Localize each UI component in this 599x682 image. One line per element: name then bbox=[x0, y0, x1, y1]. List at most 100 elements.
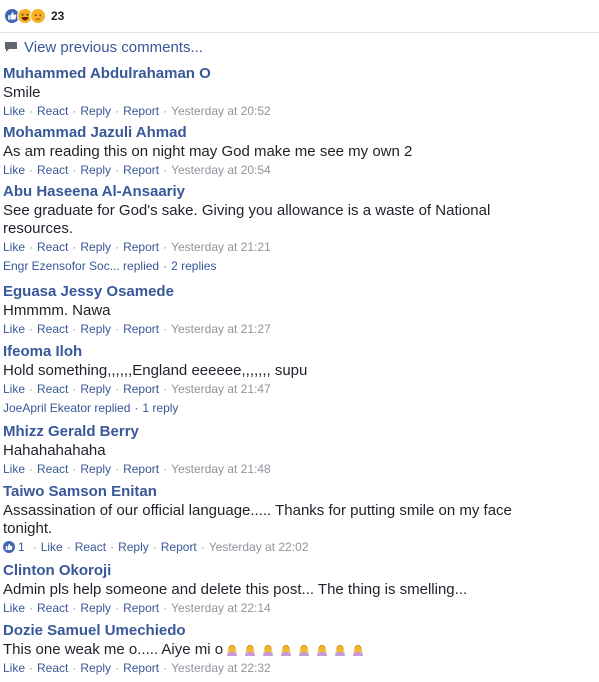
reply-link[interactable]: Reply bbox=[80, 381, 111, 397]
comment-author[interactable]: Mohammad Jazuli Ahmad bbox=[3, 124, 593, 142]
reply-link[interactable]: Reply bbox=[80, 162, 111, 178]
separator: · bbox=[72, 240, 77, 254]
like-link[interactable]: Like bbox=[3, 321, 25, 337]
comment-bubble-icon bbox=[5, 42, 17, 52]
comment-timestamp[interactable]: Yesterday at 20:54 bbox=[171, 162, 271, 178]
comment-author[interactable]: Ifeoma Iloh bbox=[3, 343, 593, 361]
reply-link[interactable]: Reply bbox=[80, 321, 111, 337]
like-link[interactable]: Like bbox=[3, 461, 25, 477]
person-gesturing-icon bbox=[245, 644, 256, 657]
like-link[interactable]: Like bbox=[3, 600, 25, 616]
comment-author[interactable]: Dozie Samuel Umechiedo bbox=[3, 622, 593, 640]
separator: · bbox=[29, 462, 34, 476]
separator: · bbox=[115, 163, 120, 177]
react-link[interactable]: React bbox=[37, 660, 68, 676]
view-previous-label[interactable]: View previous comments... bbox=[24, 39, 203, 56]
comment-author[interactable]: Eguasa Jessy Osamede bbox=[3, 283, 593, 301]
comment-timestamp[interactable]: Yesterday at 21:47 bbox=[171, 381, 271, 397]
like-link[interactable]: Like bbox=[3, 381, 25, 397]
emoji-row bbox=[225, 643, 369, 657]
comment-author[interactable]: Abu Haseena Al-Ansaariy bbox=[3, 183, 593, 201]
like-link[interactable]: Like bbox=[3, 660, 25, 676]
reply-link[interactable]: Reply bbox=[80, 461, 111, 477]
comment: Mohammad Jazuli Ahmad As am reading this… bbox=[3, 124, 593, 178]
like-link[interactable]: Like bbox=[3, 103, 25, 119]
comment-timestamp[interactable]: Yesterday at 22:32 bbox=[171, 660, 271, 676]
report-link[interactable]: Report bbox=[123, 461, 159, 477]
separator: · bbox=[115, 322, 120, 336]
comment-author[interactable]: Taiwo Samson Enitan bbox=[3, 483, 593, 501]
comment-actions: Like · React · Reply · Report · Yesterday at… bbox=[3, 239, 593, 255]
report-link[interactable]: Report bbox=[123, 660, 159, 676]
comment-like-count[interactable]: 1 bbox=[3, 539, 25, 555]
separator: · bbox=[115, 382, 120, 396]
reply-link[interactable]: Reply bbox=[80, 103, 111, 119]
react-link[interactable]: React bbox=[37, 381, 68, 397]
react-link[interactable]: React bbox=[37, 600, 68, 616]
replies-count[interactable]: 2 replies bbox=[171, 259, 216, 273]
comment: Dozie Samuel Umechiedo This one weak me … bbox=[3, 622, 593, 676]
view-previous-comments-link[interactable]: View previous comments... bbox=[4, 38, 203, 56]
separator: · bbox=[72, 462, 77, 476]
replies-author[interactable]: JoeApril Ekeator replied bbox=[3, 401, 130, 415]
separator: · bbox=[115, 661, 120, 675]
sad-icon bbox=[30, 8, 46, 24]
comment-timestamp[interactable]: Yesterday at 21:48 bbox=[171, 461, 271, 477]
comment-timestamp[interactable]: Yesterday at 22:02 bbox=[209, 539, 309, 555]
view-replies-link[interactable]: JoeApril Ekeator replied · 1 reply bbox=[3, 400, 593, 416]
comment-actions: Like · React · Reply · Report · Yesterday at… bbox=[3, 162, 593, 178]
react-link[interactable]: React bbox=[37, 461, 68, 477]
like-link[interactable]: Like bbox=[3, 239, 25, 255]
separator: · bbox=[66, 540, 71, 554]
report-link[interactable]: Report bbox=[123, 103, 159, 119]
react-link[interactable]: React bbox=[75, 539, 106, 555]
like-icon bbox=[3, 541, 15, 553]
separator: · bbox=[163, 259, 168, 273]
reply-link[interactable]: Reply bbox=[118, 539, 149, 555]
reaction-count[interactable]: 23 bbox=[51, 9, 64, 23]
reply-link[interactable]: Reply bbox=[80, 600, 111, 616]
person-gesturing-icon bbox=[353, 644, 364, 657]
reactions-summary[interactable]: 23 bbox=[4, 6, 64, 26]
reply-link[interactable]: Reply bbox=[80, 239, 111, 255]
separator: · bbox=[163, 382, 168, 396]
view-replies-link[interactable]: Engr Ezensofor Soc... replied · 2 replies bbox=[3, 258, 593, 274]
comment-author[interactable]: Mhizz Gerald Berry bbox=[3, 423, 593, 441]
separator: · bbox=[163, 322, 168, 336]
replies-author[interactable]: Engr Ezensofor Soc... replied bbox=[3, 259, 159, 273]
comment-text: Smile bbox=[3, 84, 41, 101]
report-link[interactable]: Report bbox=[161, 539, 197, 555]
comment-actions: Like · React · Reply · Report · Yesterday at… bbox=[3, 600, 593, 616]
like-link[interactable]: Like bbox=[3, 162, 25, 178]
report-link[interactable]: Report bbox=[123, 321, 159, 337]
comment: Clinton Okoroji Admin pls help someone a… bbox=[3, 562, 593, 616]
react-link[interactable]: React bbox=[37, 103, 68, 119]
comment-timestamp[interactable]: Yesterday at 22:14 bbox=[171, 600, 271, 616]
comment-author[interactable]: Muhammed Abdulrahaman O bbox=[3, 65, 593, 83]
react-link[interactable]: React bbox=[37, 162, 68, 178]
comment: Eguasa Jessy Osamede Hmmmm. Nawa Like · R… bbox=[3, 283, 593, 337]
person-gesturing-icon bbox=[227, 644, 238, 657]
replies-count[interactable]: 1 reply bbox=[142, 401, 178, 415]
comment-author[interactable]: Clinton Okoroji bbox=[3, 562, 593, 580]
react-link[interactable]: React bbox=[37, 239, 68, 255]
comment-timestamp[interactable]: Yesterday at 21:27 bbox=[171, 321, 271, 337]
comment-text: Hold something,,,,,,England eeeeee,,,,,,… bbox=[3, 362, 308, 379]
comment-actions: Like · React · Reply · Report · Yesterday at… bbox=[3, 321, 593, 337]
separator: · bbox=[115, 104, 120, 118]
react-link[interactable]: React bbox=[37, 321, 68, 337]
separator: · bbox=[72, 322, 77, 336]
person-gesturing-icon bbox=[263, 644, 274, 657]
comment-text: Hmmmm. Nawa bbox=[3, 302, 111, 319]
reaction-icons bbox=[4, 8, 46, 24]
reply-link[interactable]: Reply bbox=[80, 660, 111, 676]
report-link[interactable]: Report bbox=[123, 381, 159, 397]
comment-timestamp[interactable]: Yesterday at 21:21 bbox=[171, 239, 271, 255]
like-link[interactable]: Like bbox=[41, 539, 63, 555]
report-link[interactable]: Report bbox=[123, 600, 159, 616]
report-link[interactable]: Report bbox=[123, 162, 159, 178]
comment-text-row: This one weak me o..... Aiye mi o bbox=[3, 641, 558, 659]
comment-timestamp[interactable]: Yesterday at 20:52 bbox=[171, 103, 271, 119]
report-link[interactable]: Report bbox=[123, 239, 159, 255]
separator: · bbox=[163, 240, 168, 254]
